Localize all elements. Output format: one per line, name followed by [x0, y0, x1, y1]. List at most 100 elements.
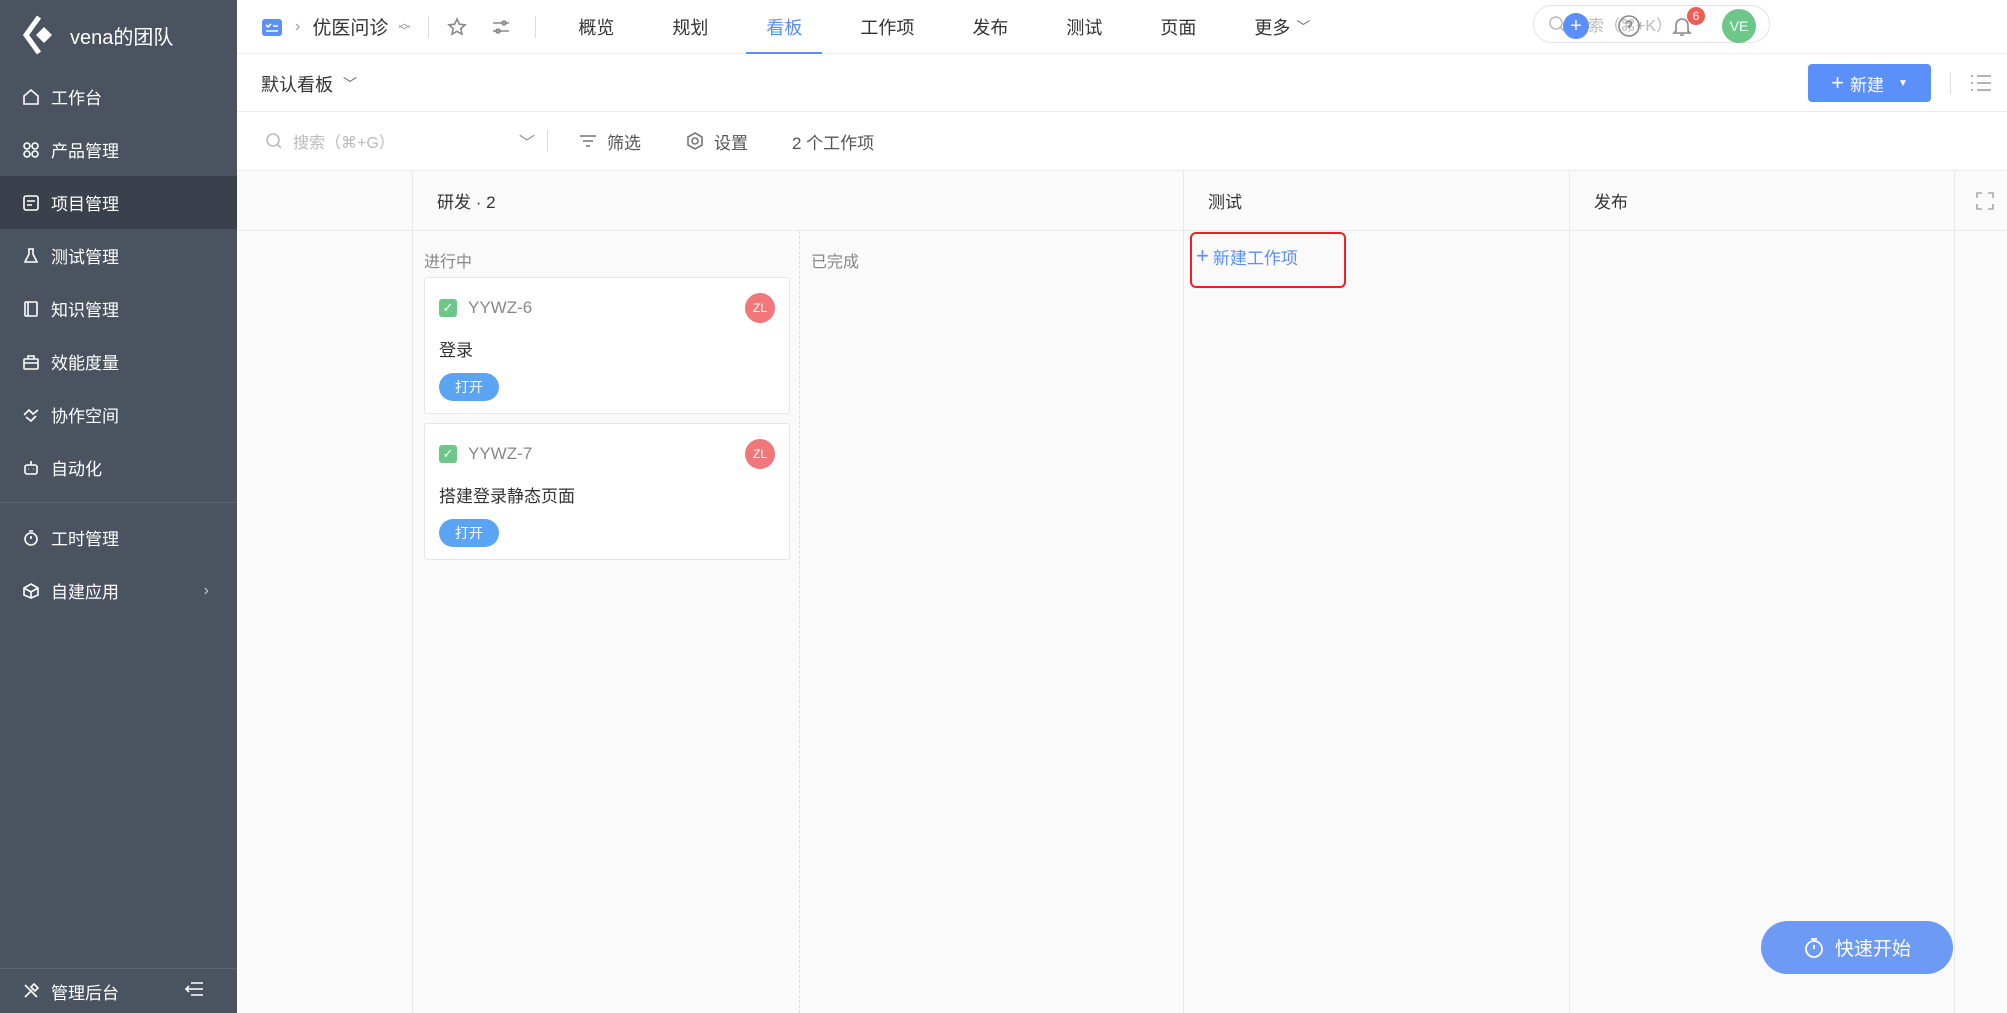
- chevron-right-icon: ›: [203, 581, 209, 599]
- collapse-sidebar-icon[interactable]: [184, 981, 205, 1002]
- team-name: vena的团队: [70, 26, 174, 49]
- fullscreen-icon[interactable]: [1975, 191, 1995, 211]
- stopwatch-icon: [1805, 937, 1823, 958]
- task-type-icon: ✓: [439, 445, 457, 463]
- handshake-icon: [22, 406, 40, 424]
- flask-icon: [22, 247, 40, 265]
- project-name[interactable]: 优医问诊: [312, 13, 388, 40]
- settings-button[interactable]: 设置: [685, 129, 748, 154]
- tab-more[interactable]: 更多 ﹀: [1234, 0, 1330, 54]
- cube-icon: [22, 582, 40, 600]
- switch-project-icon[interactable]: ︿ ﹀: [398, 17, 410, 37]
- plus-icon: +: [1831, 70, 1844, 95]
- board-header: 默认看板 ﹀ + 新建 ▼: [237, 54, 2007, 112]
- plus-icon: +: [1196, 243, 1209, 268]
- briefcase-icon: [22, 353, 40, 371]
- sidebar-item-timesheet[interactable]: 工时管理: [0, 511, 237, 564]
- tab-more-label: 更多: [1254, 17, 1291, 38]
- book-icon: [22, 300, 40, 318]
- tab-work-items[interactable]: 工作项: [840, 0, 934, 54]
- column-title: 研发 · 2: [437, 193, 496, 212]
- notification-badge: 6: [1687, 7, 1705, 25]
- work-item-id: YYWZ-7: [468, 444, 533, 463]
- list-view-icon[interactable]: [1969, 72, 1993, 94]
- search-icon: [266, 133, 282, 149]
- board-search-input[interactable]: 搜索（⌘+G） ﹀: [237, 129, 547, 153]
- caret-down-icon: ▼: [1897, 77, 1908, 89]
- divider: [428, 15, 430, 38]
- work-item-card[interactable]: ✓ YYWZ-7 ZL 搭建登录静态页面 打开: [424, 423, 790, 560]
- board-selector[interactable]: 默认看板 ﹀: [261, 71, 357, 97]
- assignee-avatar[interactable]: ZL: [745, 439, 775, 469]
- sidebar-item-automation[interactable]: 自动化: [0, 441, 237, 494]
- column-header-test: 测试: [1184, 171, 1569, 231]
- column-title: 测试: [1208, 193, 1242, 212]
- board-search-placeholder: 搜索（⌘+G）: [293, 135, 395, 152]
- filter-label: 筛选: [607, 133, 641, 153]
- status-badge[interactable]: 打开: [439, 519, 499, 547]
- star-icon[interactable]: [447, 16, 468, 37]
- sidebar-item-project[interactable]: 项目管理: [0, 176, 237, 229]
- sidebar-item-label: 项目管理: [51, 195, 119, 214]
- notification-bell-icon[interactable]: 6: [1669, 7, 1705, 39]
- sub-column-in-progress: 进行中: [424, 254, 473, 271]
- tab-release[interactable]: 发布: [952, 0, 1028, 54]
- tab-overview[interactable]: 概览: [558, 0, 634, 54]
- column-divider: [1954, 171, 1955, 1013]
- work-item-title: 搭建登录静态页面: [439, 487, 575, 506]
- tab-planning[interactable]: 规划: [652, 0, 728, 54]
- sidebar-item-test[interactable]: 测试管理: [0, 229, 237, 282]
- sidebar-item-workbench[interactable]: 工作台: [0, 70, 237, 123]
- work-item-card[interactable]: ✓ YYWZ-6 ZL 登录 打开: [424, 277, 790, 414]
- sidebar-item-label: 效能度量: [51, 354, 119, 373]
- admin-entry[interactable]: 管理后台: [0, 968, 237, 1013]
- sidebar-item-product[interactable]: 产品管理: [0, 123, 237, 176]
- sidebar-divider: [0, 502, 237, 503]
- column-divider: [412, 171, 413, 1013]
- filter-button[interactable]: 筛选: [578, 129, 641, 154]
- settings-label: 设置: [714, 133, 748, 153]
- breadcrumb-separator-icon: ›: [295, 17, 301, 35]
- quick-start-button[interactable]: 快速开始: [1761, 921, 1953, 974]
- work-item-count: 2 个工作项: [792, 133, 875, 153]
- chevron-down-icon: ﹀: [1296, 18, 1311, 35]
- tab-test[interactable]: 测试: [1046, 0, 1122, 54]
- sub-column-done: 已完成: [811, 254, 860, 271]
- new-button[interactable]: + 新建 ▼: [1808, 64, 1931, 102]
- help-icon[interactable]: [1616, 13, 1642, 39]
- sidebar-item-knowledge[interactable]: 知识管理: [0, 282, 237, 335]
- status-badge[interactable]: 打开: [439, 373, 499, 401]
- sidebar-item-label: 工作台: [51, 89, 102, 108]
- divider: [535, 15, 537, 38]
- column-divider: [1569, 171, 1570, 1013]
- assignee-avatar[interactable]: ZL: [745, 293, 775, 323]
- filter-icon: [580, 135, 596, 147]
- sidebar-item-label: 产品管理: [51, 142, 119, 161]
- sidebar-item-collab[interactable]: 协作空间: [0, 388, 237, 441]
- quick-add-icon[interactable]: +: [1563, 13, 1589, 39]
- home-icon: [22, 88, 40, 106]
- new-work-item-button[interactable]: + 新建工作项: [1190, 232, 1346, 288]
- user-avatar[interactable]: VE: [1722, 9, 1756, 43]
- timer-icon: [22, 529, 40, 547]
- column-divider: [1183, 171, 1184, 1013]
- quick-start-label: 快速开始: [1834, 939, 1911, 960]
- tab-board[interactable]: 看板: [746, 0, 823, 54]
- swimlane-header: [237, 171, 412, 231]
- kanban-board: 研发 · 2 测试 发布 进行中 已完成 ✓ YYWZ-6 ZL 登录 打开 ✓…: [237, 171, 2007, 1013]
- team-switcher[interactable]: vena的团队: [0, 0, 237, 70]
- sidebar-item-metrics[interactable]: 效能度量: [0, 335, 237, 388]
- sidebar-item-custom-apps[interactable]: 自建应用 ›: [0, 564, 237, 617]
- top-actions: + 6 VE: [1563, 7, 1756, 43]
- team-logo-icon: [22, 15, 56, 55]
- new-work-item-link[interactable]: + 新建工作项: [1196, 243, 1298, 269]
- grid-icon: [22, 141, 40, 159]
- project-icon: [22, 194, 40, 212]
- settings-sliders-icon[interactable]: [491, 17, 511, 37]
- board-title: 默认看板: [261, 75, 333, 95]
- chevron-down-icon[interactable]: ﹀: [519, 129, 535, 153]
- project-tabs: 概览 规划 看板 工作项 发布 测试 页面 更多 ﹀: [558, 0, 1348, 54]
- divider: [547, 130, 548, 152]
- chevron-down-icon: ﹀: [343, 76, 357, 92]
- tab-pages[interactable]: 页面: [1140, 0, 1216, 54]
